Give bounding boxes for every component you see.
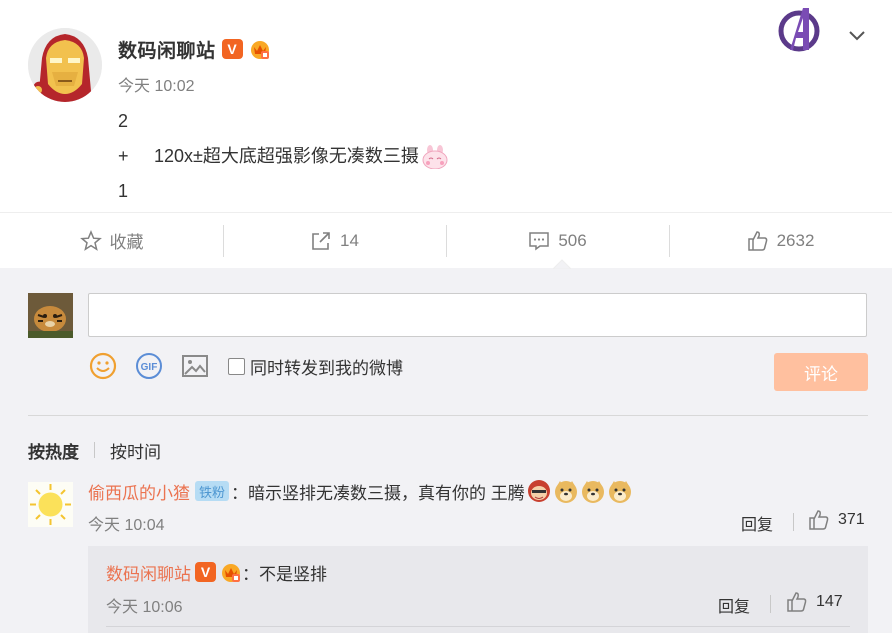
tab-sort-time[interactable]: 按时间 (110, 438, 161, 463)
verified-badge: V (195, 562, 216, 582)
action-divider (770, 595, 771, 613)
reply-button[interactable]: 回复 (741, 511, 773, 535)
line-prefix: + (118, 146, 129, 166)
weibo-post: 数码闲聊站 V 今天 10:02 2 + 120x±超大底超强影像无凑数三摄 1 (0, 0, 892, 212)
action-divider (793, 513, 794, 531)
verified-badge: V (221, 39, 243, 59)
author-avatar[interactable] (28, 28, 102, 102)
share-icon (312, 231, 330, 250)
repost-checkbox[interactable] (228, 357, 245, 375)
thumbs-up-icon (747, 230, 767, 251)
commenter-avatar[interactable] (28, 482, 73, 527)
like-count: 2632 (776, 230, 815, 250)
star-icon (79, 229, 102, 251)
bunny-emoji (422, 144, 448, 169)
reply-text: 不是竖排 (259, 564, 327, 584)
emoji-icon[interactable] (88, 351, 118, 381)
favorite-label: 收藏 (109, 233, 144, 252)
reply-like-button[interactable]: 147 (786, 591, 843, 613)
comment-username[interactable]: 偷西瓜的小猹 (88, 479, 190, 504)
panel-caret (553, 259, 571, 269)
image-icon[interactable] (180, 351, 210, 381)
post-time[interactable]: 今天 10:02 (118, 72, 195, 96)
comment-icon (529, 231, 550, 250)
author-row: 数码闲聊站 V (118, 36, 271, 62)
action-bar: 收藏 14 506 2632 (0, 212, 892, 268)
current-user-avatar[interactable] (28, 293, 73, 338)
comment-like-button[interactable]: 371 (808, 509, 865, 531)
line-text: 2 (118, 111, 129, 131)
post-line: 2 (118, 104, 449, 139)
thumbs-up-icon (787, 592, 807, 612)
repost-button[interactable]: 14 (223, 213, 446, 268)
divider (28, 415, 868, 416)
repost-count: 14 (340, 230, 359, 250)
comment-input[interactable] (88, 293, 867, 337)
line-text: 120x±超大底超强影像无凑数三摄 (154, 146, 419, 166)
sun-avatar (28, 482, 73, 527)
submit-comment-button[interactable]: 评论 (774, 353, 868, 391)
sort-divider (94, 442, 95, 458)
sort-tabs: 按热度 按时间 (28, 437, 161, 463)
post-content: 2 + 120x±超大底超强影像无凑数三摄 1 (118, 104, 449, 209)
reply-time: 今天 10:06 (106, 599, 183, 616)
repost-label: 同时转发到我的微博 (250, 358, 403, 378)
reply-separator: ： (242, 564, 259, 584)
doge-emoji (608, 481, 631, 503)
comment-text-line: 偷西瓜的小猹 铁粉 ： 暗示竖排无凑数三摄，真有你的 王腾 (88, 476, 633, 506)
reply-reply-button[interactable]: 回复 (718, 593, 750, 617)
favorite-button[interactable]: 收藏 (0, 213, 223, 268)
doge-emoji (581, 481, 604, 503)
fan-badge[interactable]: 铁粉 (195, 481, 230, 501)
comment-like-count: 371 (838, 511, 865, 528)
vip-crown-icon[interactable] (249, 38, 271, 60)
thumbs-up-icon (809, 510, 829, 530)
ironman-avatar (28, 28, 102, 102)
like-button[interactable]: 2632 (669, 213, 892, 268)
wangteng-emoji (527, 480, 550, 502)
comment-time: 今天 10:04 (88, 517, 165, 534)
comment-separator: ： (231, 483, 249, 503)
repost-to-weibo-option[interactable]: 同时转发到我的微博 (228, 354, 403, 379)
chevron-down-icon[interactable] (846, 24, 868, 46)
post-line: 1 (118, 174, 449, 209)
comment-text: 暗示竖排无凑数三摄，真有你的 王腾 (248, 483, 525, 503)
gif-icon[interactable]: GIF (134, 351, 164, 381)
doge-emoji (554, 481, 577, 503)
author-name[interactable]: 数码闲聊站 (118, 36, 216, 63)
divider (106, 626, 850, 627)
svg-text:GIF: GIF (141, 362, 158, 373)
reply-text-line: 数码闲聊站 V ： 不是竖排 (106, 558, 327, 586)
tiger-avatar (28, 293, 73, 338)
tab-sort-hot[interactable]: 按热度 (28, 438, 79, 463)
post-line: + 120x±超大底超强影像无凑数三摄 (118, 139, 449, 174)
composer-toolbar: GIF 同时转发到我的微博 (88, 351, 403, 381)
vip-crown-icon[interactable] (220, 561, 242, 583)
avengers-logo[interactable] (776, 4, 822, 54)
line-text: 1 (118, 181, 129, 201)
reply-like-count: 147 (816, 593, 843, 610)
reply-username[interactable]: 数码闲聊站 (106, 560, 191, 585)
comment-count: 506 (558, 230, 587, 250)
